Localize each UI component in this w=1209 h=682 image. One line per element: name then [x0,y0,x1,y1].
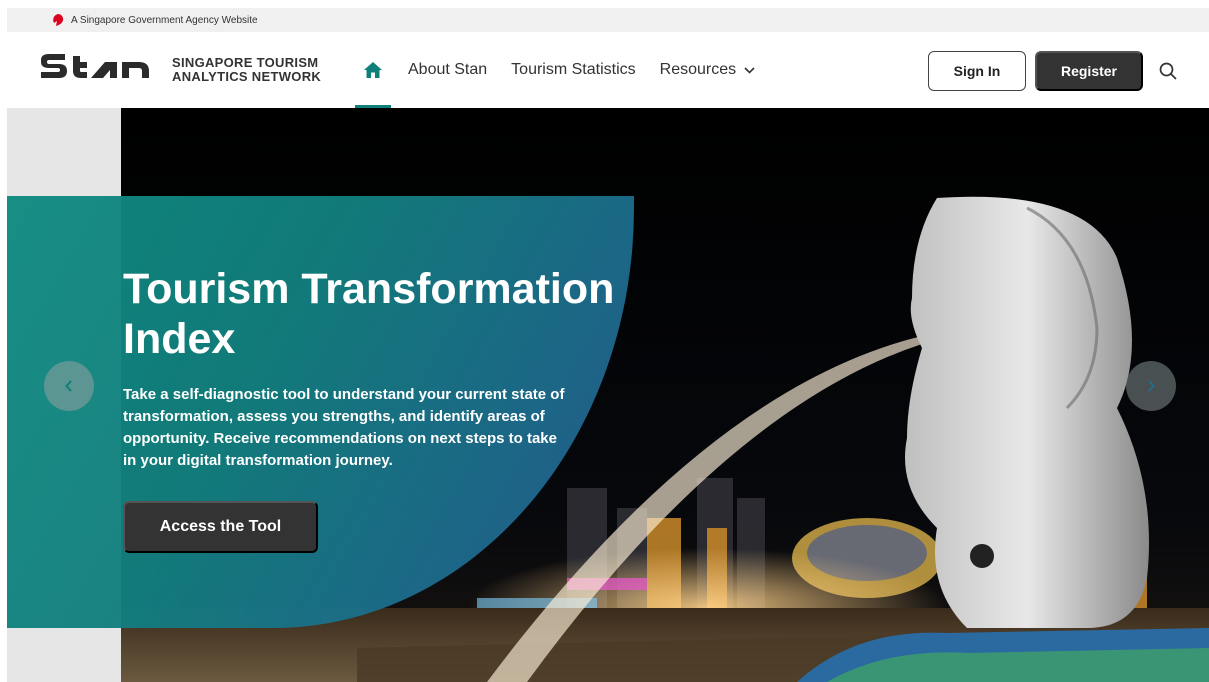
logo-line-2: ANALYTICS NETWORK [172,69,322,84]
nav-about-stan[interactable]: About Stan [408,61,487,79]
register-button[interactable]: Register [1035,51,1143,91]
gov-masthead: A Singapore Government Agency Website [7,8,1209,32]
main-nav: About Stan Tourism Statistics Resources [355,32,755,108]
home-icon [364,62,382,78]
nav-resources[interactable]: Resources [660,61,755,79]
logo-tagline: SINGAPORE TOURISM ANALYTICS NETWORK [172,56,321,84]
carousel-next-button[interactable] [1126,361,1176,411]
chevron-down-icon [744,66,755,74]
hero-description: Take a self-diagnostic tool to understan… [123,386,565,469]
hero-title: Tourism Transformation Index [123,265,615,363]
chevron-right-icon [1148,380,1155,392]
nav-home[interactable] [355,32,391,108]
stan-logo-icon [41,54,149,78]
logo-line-1: SINGAPORE TOURISM [172,55,319,70]
gov-banner-text: A Singapore Government Agency Website [71,14,258,26]
site-logo[interactable]: SINGAPORE TOURISM ANALYTICS NETWORK [39,52,321,88]
chevron-left-icon [65,380,72,392]
carousel-prev-button[interactable] [44,361,94,411]
sign-in-button[interactable]: Sign In [928,51,1026,91]
search-icon[interactable] [1159,62,1177,80]
nav-resources-label: Resources [659,61,737,78]
site-header: SINGAPORE TOURISM ANALYTICS NETWORK Abou… [7,32,1209,108]
nav-tourism-statistics[interactable]: Tourism Statistics [511,61,635,79]
access-tool-button[interactable]: Access the Tool [123,501,318,553]
lion-head-icon [53,14,64,26]
hero-carousel: Tourism Transformation Index Take a self… [7,108,1209,682]
